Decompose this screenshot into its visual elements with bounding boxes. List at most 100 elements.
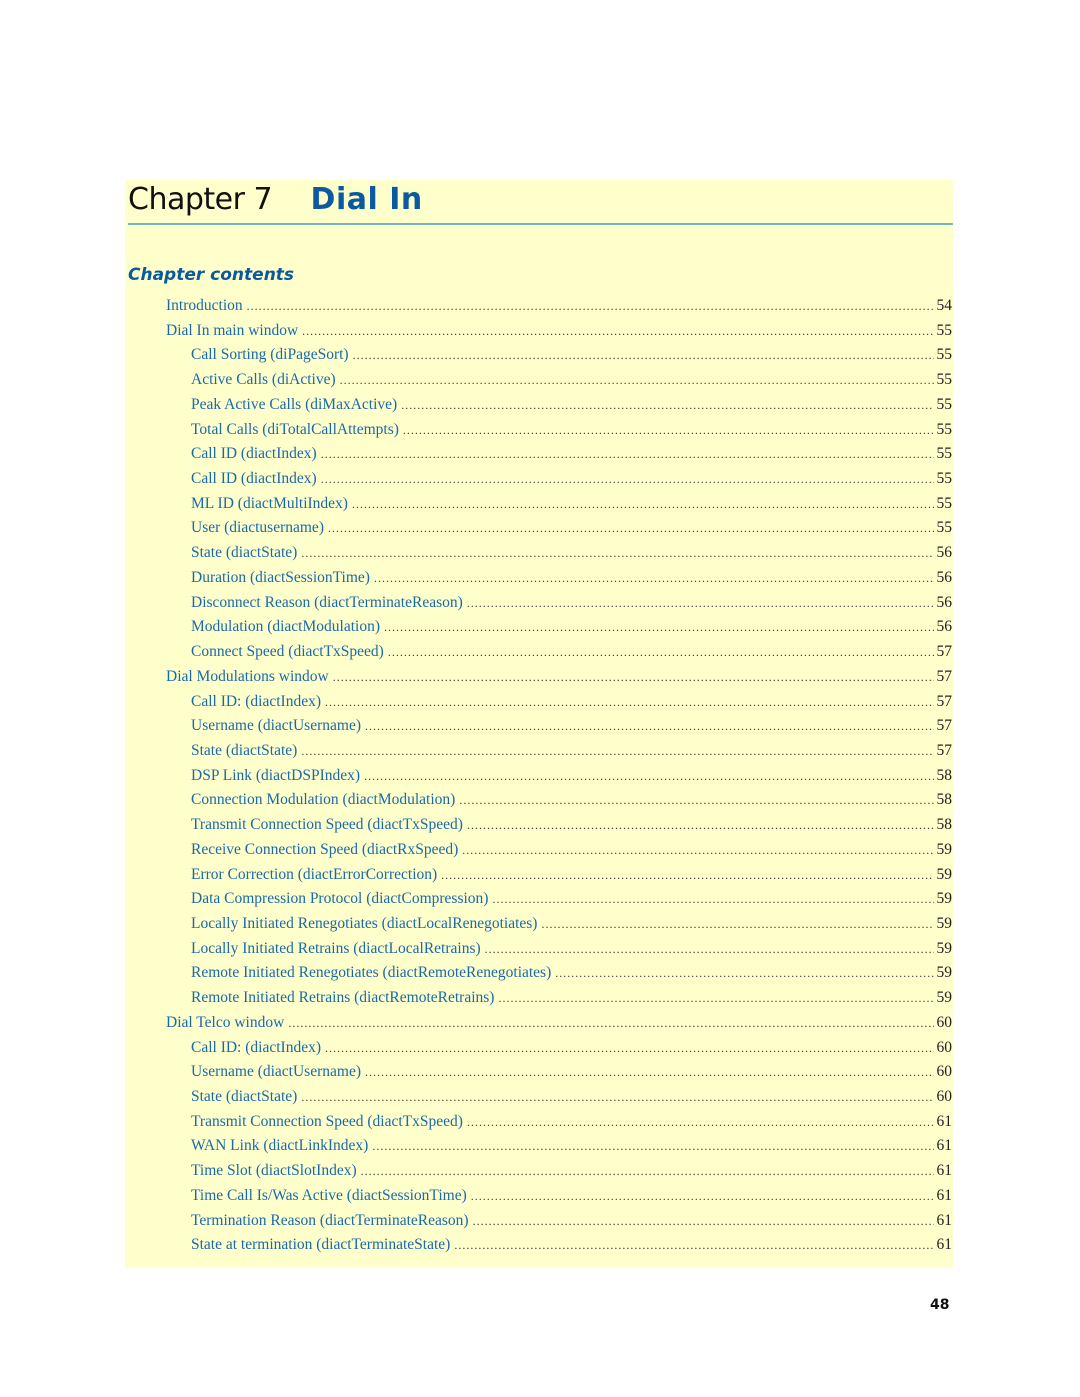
toc-entry-label[interactable]: Call ID: (diactIndex) — [125, 1038, 325, 1058]
toc-entry-page[interactable]: 58 — [934, 815, 953, 835]
toc-entry[interactable]: Call ID: (diactIndex) 57 — [125, 692, 952, 714]
toc-entry-label[interactable]: Remote Initiated Retrains (diactRemoteRe… — [125, 988, 498, 1008]
toc-entry-page[interactable]: 60 — [934, 1062, 953, 1082]
toc-entry[interactable]: Connect Speed (diactTxSpeed) 57 — [125, 642, 952, 664]
toc-entry-label[interactable]: Username (diactUsername) — [125, 1062, 365, 1082]
toc-entry-page[interactable]: 56 — [934, 593, 953, 613]
toc-entry-page[interactable]: 59 — [934, 865, 953, 885]
toc-entry-page[interactable]: 60 — [934, 1038, 953, 1058]
toc-entry-page[interactable]: 55 — [934, 345, 953, 365]
toc-entry-page[interactable]: 59 — [934, 963, 953, 983]
toc-entry-label[interactable]: Transmit Connection Speed (diactTxSpeed) — [125, 1112, 467, 1132]
toc-entry[interactable]: Time Slot (diactSlotIndex) 61 — [125, 1161, 952, 1183]
toc-entry[interactable]: Duration (diactSessionTime) 56 — [125, 568, 952, 590]
toc-entry-page[interactable]: 55 — [934, 420, 953, 440]
toc-entry-label[interactable]: Receive Connection Speed (diactRxSpeed) — [125, 840, 462, 860]
toc-entry-label[interactable]: Connection Modulation (diactModulation) — [125, 790, 459, 810]
toc-entry-page[interactable]: 56 — [934, 568, 953, 588]
toc-entry-page[interactable]: 61 — [934, 1235, 953, 1255]
toc-entry-label[interactable]: User (diactusername) — [125, 518, 328, 538]
toc-entry[interactable]: Locally Initiated Retrains (diactLocalRe… — [125, 939, 952, 961]
toc-entry-label[interactable]: Dial Modulations window — [125, 667, 333, 687]
toc-entry[interactable]: Remote Initiated Renegotiates (diactRemo… — [125, 963, 952, 985]
toc-entry-label[interactable]: Username (diactUsername) — [125, 716, 365, 736]
toc-entry-label[interactable]: Introduction — [125, 296, 247, 316]
toc-entry-page[interactable]: 55 — [934, 321, 953, 341]
toc-entry[interactable]: State (diactState) 56 — [125, 543, 952, 565]
toc-entry-page[interactable]: 61 — [934, 1161, 953, 1181]
toc-entry[interactable]: Call ID: (diactIndex) 60 — [125, 1038, 952, 1060]
toc-entry-label[interactable]: Call ID: (diactIndex) — [125, 692, 325, 712]
toc-entry-label[interactable]: Error Correction (diactErrorCorrection) — [125, 865, 441, 885]
toc-entry-page[interactable]: 55 — [934, 370, 953, 390]
toc-entry[interactable]: State (diactState) 60 — [125, 1087, 952, 1109]
toc-entry-label[interactable]: Call ID (diactIndex) — [125, 444, 321, 464]
toc-entry-label[interactable]: Total Calls (diTotalCallAttempts) — [125, 420, 403, 440]
toc-entry[interactable]: State (diactState) 57 — [125, 741, 952, 763]
toc-entry[interactable]: User (diactusername) 55 — [125, 518, 952, 540]
toc-entry-label[interactable]: Termination Reason (diactTerminateReason… — [125, 1211, 473, 1231]
toc-entry[interactable]: Error Correction (diactErrorCorrection) 5… — [125, 865, 952, 887]
toc-entry-label[interactable]: DSP Link (diactDSPIndex) — [125, 766, 364, 786]
toc-entry-page[interactable]: 60 — [934, 1087, 953, 1107]
toc-entry[interactable]: Disconnect Reason (diactTerminateReason)… — [125, 593, 952, 615]
toc-entry[interactable]: Modulation (diactModulation) 56 — [125, 617, 952, 639]
toc-entry-label[interactable]: Disconnect Reason (diactTerminateReason) — [125, 593, 467, 613]
toc-entry-label[interactable]: Connect Speed (diactTxSpeed) — [125, 642, 388, 662]
toc-entry-label[interactable]: WAN Link (diactLinkIndex) — [125, 1136, 372, 1156]
toc-entry-page[interactable]: 59 — [934, 889, 953, 909]
toc-entry-page[interactable]: 55 — [934, 518, 953, 538]
toc-entry-page[interactable]: 59 — [934, 988, 953, 1008]
toc-entry[interactable]: Transmit Connection Speed (diactTxSpeed)… — [125, 815, 952, 837]
toc-entry-label[interactable]: Dial Telco window — [125, 1013, 288, 1033]
toc-entry-label[interactable]: Remote Initiated Renegotiates (diactRemo… — [125, 963, 555, 983]
toc-entry-label[interactable]: Duration (diactSessionTime) — [125, 568, 374, 588]
toc-entry[interactable]: WAN Link (diactLinkIndex) 61 — [125, 1136, 952, 1158]
toc-entry[interactable]: State at termination (diactTerminateStat… — [125, 1235, 952, 1257]
toc-entry-page[interactable]: 58 — [934, 766, 953, 786]
toc-entry[interactable]: Username (diactUsername) 60 — [125, 1062, 952, 1084]
toc-entry[interactable]: DSP Link (diactDSPIndex) 58 — [125, 766, 952, 788]
toc-entry-page[interactable]: 61 — [934, 1211, 953, 1231]
toc-entry[interactable]: Introduction 54 — [125, 296, 952, 318]
toc-entry-page[interactable]: 57 — [934, 716, 953, 736]
toc-entry-label[interactable]: Time Slot (diactSlotIndex) — [125, 1161, 361, 1181]
toc-entry-label[interactable]: Locally Initiated Renegotiates (diactLoc… — [125, 914, 541, 934]
toc-entry-page[interactable]: 61 — [934, 1136, 953, 1156]
toc-entry[interactable]: Termination Reason (diactTerminateReason… — [125, 1211, 952, 1233]
toc-entry[interactable]: Call ID (diactIndex) 55 — [125, 469, 952, 491]
toc-entry[interactable]: Remote Initiated Retrains (diactRemoteRe… — [125, 988, 952, 1010]
toc-entry[interactable]: Receive Connection Speed (diactRxSpeed) 5… — [125, 840, 952, 862]
toc-entry-label[interactable]: ML ID (diactMultiIndex) — [125, 494, 352, 514]
toc-entry-label[interactable]: Active Calls (diActive) — [125, 370, 340, 390]
toc-entry[interactable]: Dial Telco window 60 — [125, 1013, 952, 1035]
toc-entry-label[interactable]: Time Call Is/Was Active (diactSessionTim… — [125, 1186, 471, 1206]
toc-entry[interactable]: Transmit Connection Speed (diactTxSpeed)… — [125, 1112, 952, 1134]
toc-entry-page[interactable]: 55 — [934, 444, 953, 464]
toc-entry-page[interactable]: 56 — [934, 543, 953, 563]
toc-entry[interactable]: Call ID (diactIndex) 55 — [125, 444, 952, 466]
toc-entry-page[interactable]: 56 — [934, 617, 953, 637]
toc-entry-page[interactable]: 59 — [934, 939, 953, 959]
toc-entry[interactable]: Username (diactUsername) 57 — [125, 716, 952, 738]
toc-entry[interactable]: Time Call Is/Was Active (diactSessionTim… — [125, 1186, 952, 1208]
toc-entry[interactable]: Total Calls (diTotalCallAttempts) 55 — [125, 420, 952, 442]
toc-entry-page[interactable]: 61 — [934, 1186, 953, 1206]
toc-entry-page[interactable]: 59 — [934, 914, 953, 934]
toc-entry[interactable]: Dial Modulations window 57 — [125, 667, 952, 689]
toc-entry-label[interactable]: Dial In main window — [125, 321, 302, 341]
toc-entry-page[interactable]: 57 — [934, 692, 953, 712]
toc-entry[interactable]: Connection Modulation (diactModulation) 5… — [125, 790, 952, 812]
toc-entry-label[interactable]: Call Sorting (diPageSort) — [125, 345, 353, 365]
toc-entry-page[interactable]: 58 — [934, 790, 953, 810]
toc-entry[interactable]: Locally Initiated Renegotiates (diactLoc… — [125, 914, 952, 936]
toc-entry-page[interactable]: 55 — [934, 494, 953, 514]
toc-entry[interactable]: Data Compression Protocol (diactCompress… — [125, 889, 952, 911]
toc-entry-label[interactable]: State (diactState) — [125, 1087, 301, 1107]
toc-entry-label[interactable]: Locally Initiated Retrains (diactLocalRe… — [125, 939, 485, 959]
toc-entry-page[interactable]: 61 — [934, 1112, 953, 1132]
toc-entry[interactable]: Active Calls (diActive) 55 — [125, 370, 952, 392]
toc-entry[interactable]: Dial In main window 55 — [125, 321, 952, 343]
toc-entry-page[interactable]: 57 — [934, 741, 953, 761]
toc-entry-label[interactable]: Modulation (diactModulation) — [125, 617, 384, 637]
